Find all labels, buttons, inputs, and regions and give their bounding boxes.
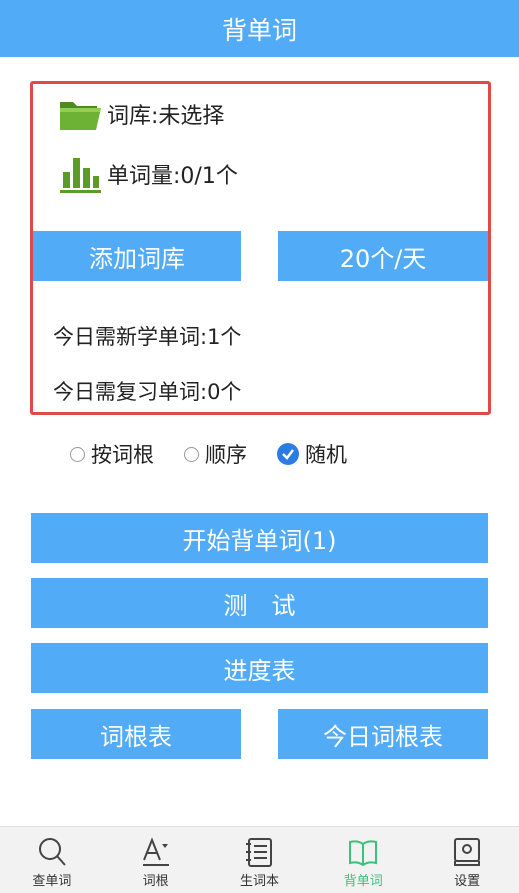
root-table-button[interactable]: 词根表 xyxy=(31,709,241,759)
app-header: 背单词 xyxy=(0,0,519,57)
radio-by-root[interactable]: 按词根 xyxy=(70,439,154,469)
tab-settings[interactable]: 设置 xyxy=(419,831,515,893)
notebook-icon xyxy=(246,838,273,867)
library-label: 词库:未选择 xyxy=(107,104,225,129)
start-memorizing-button[interactable]: 开始背单词(1) xyxy=(31,513,488,563)
progress-table-button[interactable]: 进度表 xyxy=(31,643,488,693)
order-options: 按词根 顺序 随机 xyxy=(70,437,377,471)
tab-label: 查单词 xyxy=(32,874,72,889)
radio-label: 随机 xyxy=(305,443,347,467)
library-panel: 词库:未选择 单词量:0/1个 添加词库 20个/天 今日需新学单词:1个 今日… xyxy=(30,81,491,415)
new-today-label: 今日需新学单词:1个 xyxy=(53,325,242,349)
radio-sequential[interactable]: 顺序 xyxy=(184,439,247,469)
radio-label: 按词根 xyxy=(91,443,154,467)
tab-memorize[interactable]: 背单词 xyxy=(315,831,411,893)
today-root-table-button[interactable]: 今日词根表 xyxy=(278,709,488,759)
radio-random[interactable]: 随机 xyxy=(277,439,347,469)
word-count-row: 单词量:0/1个 xyxy=(57,154,238,194)
bottom-tab-bar: 查单词 词根 生词本 背单词 设置 xyxy=(0,826,519,893)
book-icon xyxy=(349,840,378,867)
tab-search-word[interactable]: 查单词 xyxy=(4,831,100,893)
tab-roots[interactable]: 词根 xyxy=(108,831,204,893)
page-title: 背单词 xyxy=(221,15,297,45)
bar-chart-icon xyxy=(60,158,101,193)
tab-label: 背单词 xyxy=(343,874,383,889)
radio-checked-icon xyxy=(277,443,299,465)
settings-icon xyxy=(454,838,481,866)
tab-label: 生词本 xyxy=(239,874,279,889)
radio-label: 顺序 xyxy=(205,443,247,467)
test-button[interactable]: 测 试 xyxy=(31,578,488,628)
search-icon xyxy=(38,838,66,866)
tab-label: 设置 xyxy=(454,874,481,889)
tab-vocab-book[interactable]: 生词本 xyxy=(211,831,307,893)
folder-icon xyxy=(60,102,101,130)
add-library-button[interactable]: 添加词库 xyxy=(33,231,241,281)
review-today-label: 今日需复习单词:0个 xyxy=(53,380,242,404)
tab-label: 词根 xyxy=(142,874,169,889)
radio-unchecked-icon xyxy=(70,446,85,462)
library-row: 词库:未选择 xyxy=(57,94,224,134)
font-icon xyxy=(142,837,169,866)
word-count-label: 单词量:0/1个 xyxy=(107,164,238,189)
words-per-day-button[interactable]: 20个/天 xyxy=(278,231,488,281)
radio-unchecked-icon xyxy=(184,446,199,462)
